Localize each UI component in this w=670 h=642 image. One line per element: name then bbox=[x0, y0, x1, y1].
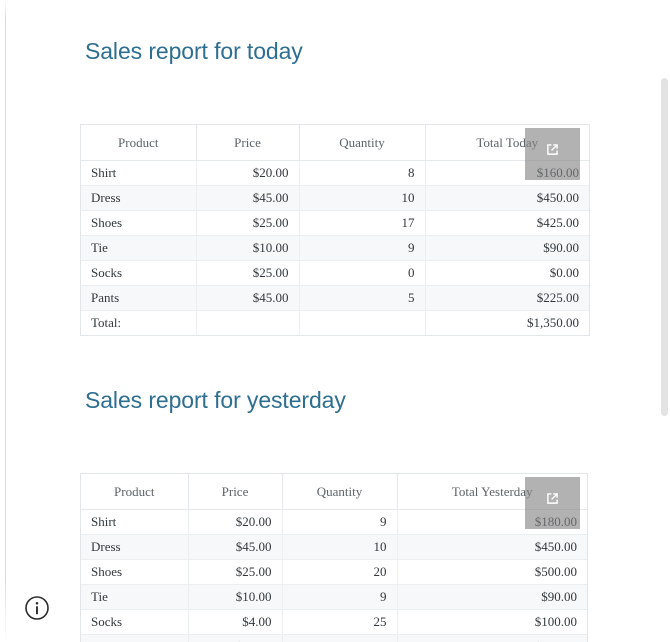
cell-product: Shoes bbox=[81, 210, 197, 236]
table-header-row: Product Price Quantity Total Today bbox=[81, 125, 589, 161]
table-row[interactable]: Shoes $25.00 20 $500.00 bbox=[81, 559, 587, 585]
cell-total: $90.00 bbox=[397, 584, 587, 610]
cell-product: Shirt bbox=[81, 160, 197, 186]
sales-table-today: Product Price Quantity Total Today Shirt… bbox=[80, 124, 590, 336]
cell-price: $25.00 bbox=[196, 210, 300, 236]
table-row[interactable]: Socks $25.00 0 $0.00 bbox=[81, 260, 589, 286]
report-table: Product Price Quantity Total Yesterday S… bbox=[81, 474, 587, 642]
cell-total: $180.00 bbox=[397, 634, 587, 642]
cell-total: $450.00 bbox=[397, 534, 587, 560]
cell-quantity: 25 bbox=[282, 609, 398, 635]
cell-total: $450.00 bbox=[425, 185, 589, 211]
cell-quantity: 5 bbox=[299, 285, 426, 311]
column-header-product[interactable]: Product bbox=[81, 125, 197, 161]
cell-product: Socks bbox=[81, 609, 189, 635]
cell-product: Shoes bbox=[81, 559, 189, 585]
cell-price: $20.00 bbox=[196, 160, 300, 186]
cell-quantity bbox=[299, 310, 426, 335]
page-scrollbar-thumb[interactable] bbox=[661, 78, 668, 416]
column-header-price[interactable]: Price bbox=[188, 474, 283, 510]
page-scrollbar-track[interactable] bbox=[659, 0, 670, 642]
cell-price: $25.00 bbox=[196, 260, 300, 286]
table-row[interactable]: Tie $10.00 9 $90.00 bbox=[81, 235, 589, 261]
cell-quantity: 8 bbox=[299, 160, 426, 186]
open-in-new-icon bbox=[547, 493, 558, 504]
table-body: Shirt $20.00 8 $160.00 Dress $45.00 10 $… bbox=[81, 160, 589, 335]
cell-total: $225.00 bbox=[425, 285, 589, 311]
cell-price: $45.00 bbox=[196, 185, 300, 211]
cell-price: $45.00 bbox=[188, 634, 283, 642]
cell-total: $425.00 bbox=[425, 210, 589, 236]
cell-total: $90.00 bbox=[425, 235, 589, 261]
cell-quantity: 0 bbox=[299, 260, 426, 286]
cell-product: Pants bbox=[81, 634, 189, 642]
table-row[interactable]: Shirt $20.00 8 $160.00 bbox=[81, 160, 589, 186]
table-header-row: Product Price Quantity Total Yesterday bbox=[81, 474, 587, 510]
page-root: Sales report for today Product Price Qua… bbox=[0, 0, 670, 642]
table-header: Product Price Quantity Total Today bbox=[81, 125, 589, 161]
cell-price: $10.00 bbox=[196, 235, 300, 261]
page-title-today: Sales report for today bbox=[85, 38, 303, 64]
cell-quantity: 17 bbox=[299, 210, 426, 236]
page-title-yesterday: Sales report for yesterday bbox=[85, 387, 346, 413]
cell-product: Tie bbox=[81, 235, 197, 261]
table-row[interactable]: Dress $45.00 10 $450.00 bbox=[81, 534, 587, 560]
table-row[interactable]: Shirt $20.00 9 $180.00 bbox=[81, 509, 587, 535]
table-row[interactable]: Pants $45.00 4 $180.00 bbox=[81, 634, 587, 642]
left-edge-rule bbox=[5, 0, 6, 642]
table-body: Shirt $20.00 9 $180.00 Dress $45.00 10 $… bbox=[81, 509, 587, 642]
column-action-overlay-today[interactable] bbox=[525, 128, 580, 180]
column-header-price[interactable]: Price bbox=[196, 125, 300, 161]
cell-total-label: Total: bbox=[81, 310, 197, 335]
cell-product: Shirt bbox=[81, 509, 189, 535]
open-in-new-icon bbox=[547, 144, 558, 155]
column-header-quantity[interactable]: Quantity bbox=[299, 125, 426, 161]
cell-price bbox=[196, 310, 300, 335]
cell-price: $20.00 bbox=[188, 509, 283, 535]
cell-product: Dress bbox=[81, 185, 197, 211]
cell-quantity: 9 bbox=[299, 235, 426, 261]
cell-total: $0.00 bbox=[425, 260, 589, 286]
cell-price: $25.00 bbox=[188, 559, 283, 585]
column-action-overlay-yesterday[interactable] bbox=[525, 477, 580, 529]
cell-product: Socks bbox=[81, 260, 197, 286]
cell-quantity: 9 bbox=[282, 509, 398, 535]
table-total-row: Total: $1,350.00 bbox=[81, 310, 589, 335]
cell-quantity: 10 bbox=[299, 185, 426, 211]
sales-table-yesterday: Product Price Quantity Total Yesterday S… bbox=[80, 473, 588, 642]
table-row[interactable]: Tie $10.00 9 $90.00 bbox=[81, 584, 587, 610]
report-table: Product Price Quantity Total Today Shirt… bbox=[81, 125, 589, 335]
table-row[interactable]: Dress $45.00 10 $450.00 bbox=[81, 185, 589, 211]
cell-total: $500.00 bbox=[397, 559, 587, 585]
column-header-quantity[interactable]: Quantity bbox=[282, 474, 398, 510]
cell-price: $4.00 bbox=[188, 609, 283, 635]
cell-product: Dress bbox=[81, 534, 189, 560]
cell-quantity: 20 bbox=[282, 559, 398, 585]
cell-product: Tie bbox=[81, 584, 189, 610]
table-header: Product Price Quantity Total Yesterday bbox=[81, 474, 587, 510]
info-circle-icon[interactable] bbox=[24, 595, 50, 621]
cell-quantity: 9 bbox=[282, 584, 398, 610]
table-row[interactable]: Socks $4.00 25 $100.00 bbox=[81, 609, 587, 635]
cell-quantity: 10 bbox=[282, 534, 398, 560]
cell-price: $10.00 bbox=[188, 584, 283, 610]
cell-quantity: 4 bbox=[282, 634, 398, 642]
table-row[interactable]: Shoes $25.00 17 $425.00 bbox=[81, 210, 589, 236]
column-header-product[interactable]: Product bbox=[81, 474, 189, 510]
table-row[interactable]: Pants $45.00 5 $225.00 bbox=[81, 285, 589, 311]
cell-total: $100.00 bbox=[397, 609, 587, 635]
cell-price: $45.00 bbox=[188, 534, 283, 560]
cell-price: $45.00 bbox=[196, 285, 300, 311]
cell-product: Pants bbox=[81, 285, 197, 311]
cell-grand-total: $1,350.00 bbox=[425, 310, 589, 335]
